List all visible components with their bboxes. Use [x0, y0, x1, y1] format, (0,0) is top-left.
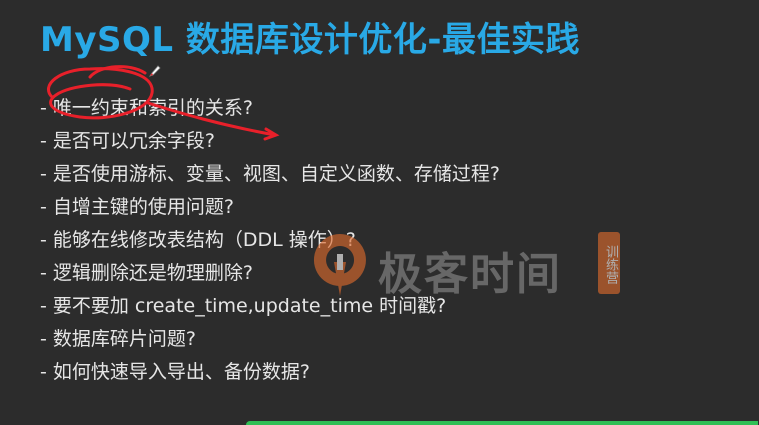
bullet-marker: - [40, 163, 47, 185]
pen-icon [149, 65, 161, 77]
bullet-marker: - [40, 328, 47, 350]
bullet-marker: - [40, 229, 47, 251]
bullet-marker: - [40, 196, 47, 218]
bullet-marker: - [40, 130, 47, 152]
list-item: - 唯一约束和索引的关系? [40, 92, 500, 125]
list-item: - 是否可以冗余字段? [40, 125, 500, 158]
list-item: - 数据库碎片问题? [40, 323, 500, 356]
geektime-logo-icon [313, 234, 366, 296]
slide-title: MySQL 数据库设计优化-最佳实践 [40, 20, 581, 60]
bullet-text: 逻辑删除还是物理删除? [52, 262, 253, 284]
bullet-text: 是否可以冗余字段? [52, 130, 215, 152]
bullet-text: 自增主键的使用问题? [52, 196, 234, 218]
list-item: - 如何快速导入导出、备份数据? [40, 356, 500, 389]
watermark-brand: 极客时间 [378, 249, 562, 300]
bullet-text: 是否使用游标、变量、视图、自定义函数、存储过程? [52, 163, 500, 185]
bullet-text: 如何快速导入导出、备份数据? [52, 361, 310, 383]
bullet-text: 数据库碎片问题? [52, 328, 196, 350]
bullet-marker: - [40, 361, 47, 383]
list-item: - 自增主键的使用问题? [40, 191, 500, 224]
presentation-slide: MySQL 数据库设计优化-最佳实践 - 唯一约束和索引的关系? - 是否可以冗余字… [0, 0, 759, 425]
list-item: - 是否使用游标、变量、视图、自定义函数、存储过程? [40, 158, 500, 191]
geektime-watermark: 极客时间 训练营 [302, 226, 632, 306]
watermark-badge: 训练营 [598, 232, 620, 294]
bullet-marker: - [40, 295, 47, 317]
bullet-text: 唯一约束和索引的关系? [52, 97, 253, 119]
bullet-marker: - [40, 97, 47, 119]
bottom-progress-bar [246, 421, 758, 425]
bullet-marker: - [40, 262, 47, 284]
